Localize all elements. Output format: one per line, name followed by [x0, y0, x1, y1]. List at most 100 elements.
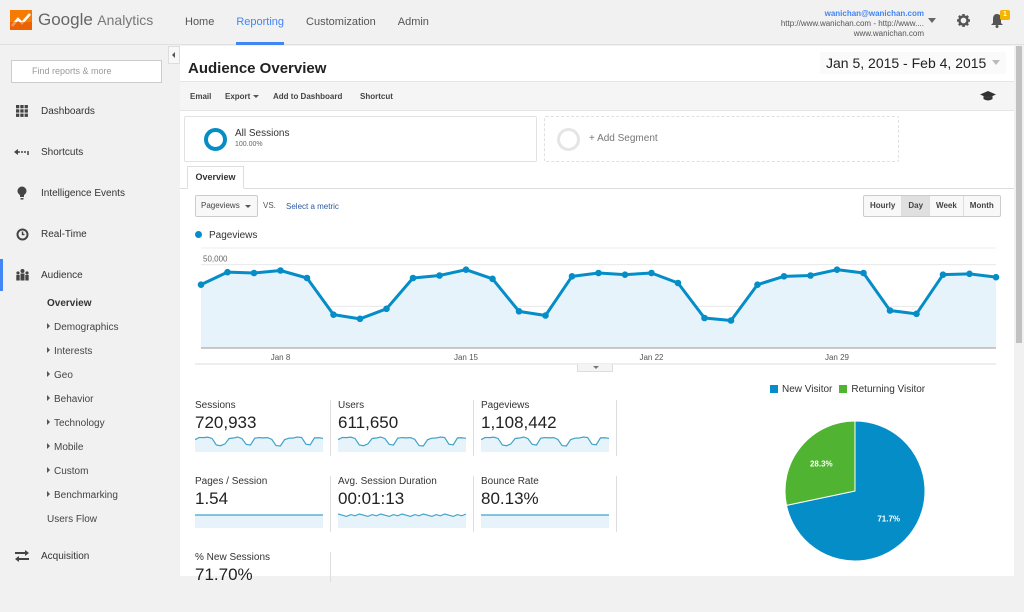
gear-icon[interactable]	[957, 14, 970, 27]
audience-sub-technology[interactable]: Technology	[47, 418, 105, 429]
segment-name: All Sessions	[235, 128, 290, 139]
sidebar-item-intelligence-events[interactable]: Intelligence Events	[0, 183, 170, 203]
y-tick-label: 50,000	[203, 255, 228, 264]
audience-sub-interests[interactable]: Interests	[47, 346, 92, 357]
data-point	[462, 266, 470, 273]
audience-sub-users-flow[interactable]: Users Flow	[47, 514, 97, 525]
metric-divider	[616, 476, 617, 532]
date-range-picker[interactable]: Jan 5, 2015 - Feb 4, 2015	[820, 52, 1007, 74]
metric-divider	[616, 400, 617, 456]
x-tick-label: Jan 29	[825, 353, 850, 362]
data-point	[939, 271, 947, 278]
audience-sub-geo[interactable]: Geo	[47, 370, 73, 381]
logo-word-google: Google	[38, 10, 93, 29]
page-scrollbar[interactable]	[1014, 46, 1024, 576]
find-reports-search-input[interactable]: Find reports & more	[11, 60, 162, 83]
data-point	[197, 281, 205, 288]
sub-label: Geo	[54, 370, 73, 381]
data-point	[621, 271, 629, 278]
add-segment-button[interactable]: + Add Segment	[544, 116, 899, 162]
audience-sub-mobile[interactable]: Mobile	[47, 442, 83, 453]
nav-admin[interactable]: Admin	[398, 0, 429, 45]
analytics-logo-icon	[10, 10, 32, 30]
data-point	[277, 267, 284, 274]
sidebar-item-shortcuts[interactable]: Shortcuts	[0, 142, 170, 162]
google-analytics-logo[interactable]: Google Analytics	[10, 10, 153, 30]
segment-all-sessions[interactable]: All Sessions 100.00%	[184, 116, 537, 162]
empty-segment-ring-icon	[557, 128, 580, 151]
account-selector[interactable]: wanichan@wanichan.com http://www.wanicha…	[781, 9, 924, 39]
sidebar: Find reports & more Dashboards Shortcuts…	[0, 46, 170, 576]
pie-slice-label: 71.7%	[877, 514, 900, 523]
metric-pageviews[interactable]: Pageviews 1,108,442	[481, 400, 616, 460]
expand-triangle-icon	[47, 491, 50, 497]
chevron-down-icon	[253, 95, 260, 98]
metric-sessions[interactable]: Sessions 720,933	[195, 400, 330, 460]
audience-sub-behavior[interactable]: Behavior	[47, 394, 93, 405]
shortcut-button[interactable]: Shortcut	[360, 92, 393, 101]
email-button[interactable]: Email	[190, 92, 211, 101]
metric-select-dropdown[interactable]: Pageviews	[195, 195, 258, 217]
nav-customization[interactable]: Customization	[306, 0, 376, 45]
granularity-week-button[interactable]: Week	[930, 196, 964, 216]
collapse-sidebar-button[interactable]	[168, 46, 180, 64]
data-point	[807, 272, 814, 279]
nav-home[interactable]: Home	[185, 0, 214, 45]
audience-sub-demographics[interactable]: Demographics	[47, 322, 118, 333]
legend-item-new-visitor[interactable]: New Visitor	[770, 384, 832, 395]
sidebar-item-dashboards[interactable]: Dashboards	[0, 101, 170, 121]
export-button[interactable]: Export	[225, 92, 260, 101]
account-email: wanichan@wanichan.com	[824, 9, 924, 18]
granularity-day-button[interactable]: Day	[902, 196, 931, 216]
legend-item-returning-visitor[interactable]: Returning Visitor	[839, 384, 925, 395]
data-point	[542, 312, 549, 319]
sidebar-item-label: Dashboards	[41, 105, 95, 117]
sparkline-fill	[338, 437, 466, 452]
expand-triangle-icon	[47, 395, 50, 401]
nav-reporting[interactable]: Reporting	[236, 0, 284, 45]
data-point	[224, 268, 231, 276]
legend-label: Returning Visitor	[851, 384, 926, 395]
audience-sub-overview[interactable]: Overview	[47, 298, 91, 309]
sparkline	[195, 436, 323, 452]
granularity-month-button[interactable]: Month	[964, 196, 1000, 216]
lightbulb-icon	[14, 185, 30, 201]
scrollbar-thumb[interactable]	[1016, 46, 1022, 343]
granularity-hourly-button[interactable]: Hourly	[864, 196, 903, 216]
data-point	[330, 311, 337, 318]
account-dropdown-caret-icon[interactable]	[928, 18, 936, 23]
metric-bounce-rate[interactable]: Bounce Rate 80.13%	[481, 476, 616, 536]
expand-triangle-icon	[47, 371, 50, 377]
chevron-down-icon	[992, 60, 1001, 65]
tab-overview[interactable]: Overview	[187, 166, 244, 189]
add-segment-label: + Add Segment	[589, 133, 658, 144]
sidebar-item-acquisition[interactable]: Acquisition	[0, 546, 170, 566]
shortcut-arrow-icon	[14, 144, 30, 160]
select-comparison-metric-link[interactable]: Select a metric	[286, 202, 339, 211]
sub-label: Benchmarking	[54, 490, 118, 501]
metric-users[interactable]: Users 611,650	[338, 400, 473, 460]
metric-pages-per-session[interactable]: Pages / Session 1.54	[195, 476, 330, 536]
sidebar-item-real-time[interactable]: Real-Time	[0, 224, 170, 244]
audience-sub-benchmarking[interactable]: Benchmarking	[47, 490, 118, 501]
add-to-dashboard-button[interactable]: Add to Dashboard	[273, 92, 342, 101]
sidebar-item-audience[interactable]: Audience	[0, 259, 170, 291]
metric-label: Pages / Session	[195, 476, 268, 487]
audience-sub-custom[interactable]: Custom	[47, 466, 88, 477]
graduation-cap-icon[interactable]	[980, 90, 996, 102]
sidebar-item-label: Shortcuts	[41, 146, 84, 158]
chevron-down-icon	[245, 205, 251, 208]
data-point	[833, 266, 841, 273]
metric-new-sessions[interactable]: % New Sessions 71.70%	[195, 552, 330, 612]
report-toolbar: Email Export Add to Dashboard Shortcut	[180, 81, 1014, 111]
expand-chart-button[interactable]	[577, 364, 613, 372]
metric-avg-session-duration[interactable]: Avg. Session Duration 00:01:13	[338, 476, 473, 536]
sub-label: Demographics	[54, 322, 119, 333]
sub-label: Custom	[54, 466, 89, 477]
expand-triangle-icon	[47, 347, 50, 353]
sub-label: Interests	[54, 346, 93, 357]
account-view: www.wanichan.com	[853, 29, 924, 38]
sparkline-fill	[481, 437, 609, 452]
legend-swatch	[839, 385, 848, 393]
metric-label: Avg. Session Duration	[338, 476, 437, 487]
